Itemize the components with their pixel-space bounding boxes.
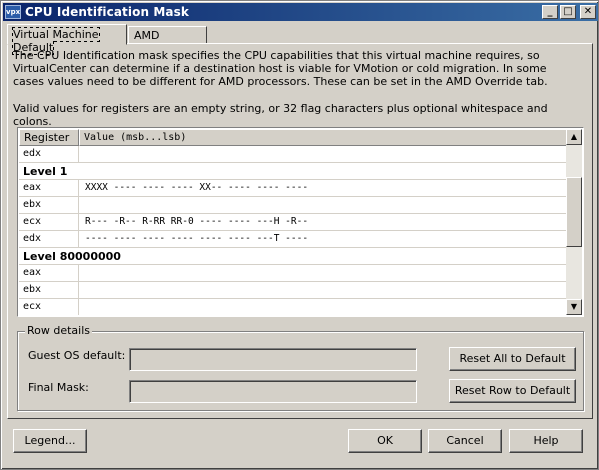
cancel-button[interactable]: Cancel [428,429,502,453]
table-row[interactable]: edx ---- ---- ---- ---- ---- ---- ---T -… [19,231,567,248]
description-text: The CPU Identification mask specifies th… [13,49,548,88]
grid-body: Register Value (msb...lsb) edx Level 1 e… [19,129,567,315]
register-cell: ebx [19,197,79,213]
close-button[interactable]: ✕ [580,5,596,19]
value-cell[interactable] [79,197,567,213]
table-row[interactable]: eax [19,265,567,282]
value-cell[interactable]: R--- -R-- R-RR RR-0 ---- ---- ---H -R-- [79,214,567,230]
value-cell[interactable]: XXXX ---- ---- ---- XX-- ---- ---- ---- [79,180,567,196]
register-cell: edx [19,146,79,162]
final-mask-field [129,380,417,403]
scroll-thumb[interactable] [566,177,582,247]
table-row[interactable]: ecx [19,299,567,315]
value-cell[interactable] [79,265,567,281]
grid-header: Register Value (msb...lsb) [19,129,567,146]
window-title: CPU Identification Mask [25,5,189,19]
value-cell[interactable] [79,299,567,315]
table-row[interactable]: ebx [19,197,567,214]
legend-button[interactable]: Legend... [13,429,87,453]
table-row[interactable]: ecx R--- -R-- R-RR RR-0 ---- ---- ---H -… [19,214,567,231]
cpu-mask-dialog: vpx CPU Identification Mask _ □ ✕ Virtua… [0,0,599,470]
value-cell[interactable] [79,146,567,162]
table-row[interactable]: eax XXXX ---- ---- ---- XX-- ---- ---- -… [19,180,567,197]
scroll-down-icon[interactable]: ▼ [566,299,582,315]
reset-row-to-default-button[interactable]: Reset Row to Default [449,379,576,403]
value-column-header[interactable]: Value (msb...lsb) [79,129,567,146]
guest-os-default-label: Guest OS default: [28,349,126,362]
table-row[interactable]: edx [19,146,567,163]
final-mask-label: Final Mask: [28,381,89,394]
level-header-row: Level 1 [19,163,567,180]
register-cell: ecx [19,299,79,315]
vpx-app-icon: vpx [5,5,21,19]
maximize-button[interactable]: □ [560,5,576,19]
help-button[interactable]: Help [509,429,583,453]
value-cell[interactable] [79,282,567,298]
minimize-button[interactable]: _ [542,5,558,19]
register-cell: ecx [19,214,79,230]
valid-values-text: Valid values for registers are an empty … [13,102,548,128]
title-bar[interactable]: vpx CPU Identification Mask _ □ ✕ [3,3,598,21]
register-grid[interactable]: Register Value (msb...lsb) edx Level 1 e… [17,127,584,317]
vertical-scrollbar[interactable]: ▲ ▼ [566,129,582,315]
register-cell: ebx [19,282,79,298]
value-cell[interactable]: ---- ---- ---- ---- ---- ---- ---T ---- [79,231,567,247]
guest-os-default-field [129,348,417,371]
tab-amd-override[interactable]: AMD Override [128,26,207,55]
table-row[interactable]: ebx [19,282,567,299]
tab-virtual-machine-default[interactable]: Virtual Machine Default [7,24,127,55]
reset-all-to-default-button[interactable]: Reset All to Default [449,347,576,371]
register-cell: edx [19,231,79,247]
register-cell: eax [19,265,79,281]
ok-button[interactable]: OK [348,429,422,453]
scroll-up-icon[interactable]: ▲ [566,129,582,145]
row-details-label: Row details [25,324,93,337]
register-column-header[interactable]: Register [19,129,79,146]
level-header-row: Level 80000000 [19,248,567,265]
register-cell: eax [19,180,79,196]
